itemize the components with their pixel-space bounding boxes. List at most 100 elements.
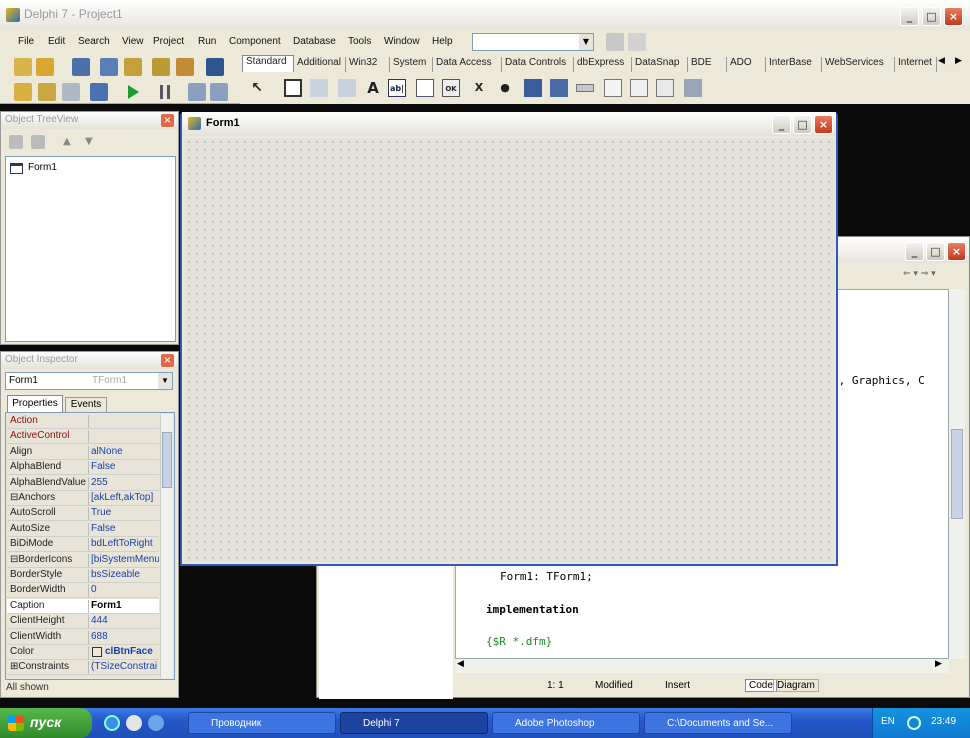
network-icon[interactable] — [907, 716, 921, 730]
form-design-grid[interactable] — [185, 138, 835, 562]
tab-events[interactable]: Events — [65, 397, 107, 412]
property-row[interactable]: AutoSize False — [7, 522, 159, 537]
property-row[interactable]: Align alNone — [7, 445, 159, 460]
property-row[interactable]: ClientWidth 688 — [7, 630, 159, 645]
property-row[interactable]: BorderWidth 0 — [7, 583, 159, 599]
move-down-icon[interactable]: ▼ — [85, 136, 93, 147]
property-value[interactable]: [biSystemMenu — [91, 554, 159, 567]
menu-file[interactable]: File — [18, 36, 34, 50]
menu-run[interactable]: Run — [198, 36, 216, 50]
label-component-icon[interactable]: A — [364, 79, 382, 97]
property-value[interactable]: bsSizeable — [91, 569, 159, 582]
view-unit-icon[interactable] — [14, 83, 32, 101]
view-form-icon[interactable] — [38, 83, 56, 101]
button-component-icon[interactable]: OK — [442, 79, 460, 97]
tree-item-form1[interactable]: Form1 — [28, 162, 57, 173]
property-value[interactable]: bdLeftToRight — [91, 538, 159, 551]
desktop-combobox[interactable]: ▼ — [472, 33, 594, 51]
menu-component[interactable]: Component — [229, 36, 281, 50]
groupbox-component-icon[interactable] — [604, 79, 622, 97]
property-row[interactable]: ⊞Constraints (TSizeConstrai — [7, 660, 159, 676]
tab-bde[interactable]: BDE — [688, 57, 727, 72]
edit-component-icon[interactable]: ab| — [388, 79, 406, 97]
close-button[interactable]: × — [814, 115, 833, 134]
nav-back-icon[interactable]: ⇐ ▾ ⇒ ▾ — [903, 269, 936, 279]
property-value[interactable]: Form1 — [91, 600, 159, 613]
tab-interbase[interactable]: InterBase — [766, 57, 822, 72]
radiobutton-component-icon[interactable]: ● — [496, 79, 514, 97]
mainmenu-component-icon[interactable] — [310, 79, 328, 97]
panel-component-icon[interactable] — [656, 79, 674, 97]
scroll-thumb[interactable] — [951, 429, 963, 519]
menu-tools[interactable]: Tools — [348, 36, 371, 50]
tab-dbexpress[interactable]: dbExpress — [574, 57, 632, 72]
menu-view[interactable]: View — [122, 36, 144, 50]
help-icon[interactable] — [206, 58, 224, 76]
property-row[interactable]: ActiveControl — [7, 429, 159, 445]
object-selector-combobox[interactable]: Form1 TForm1 ▼ — [5, 372, 173, 390]
menu-search[interactable]: Search — [78, 36, 110, 50]
menu-window[interactable]: Window — [384, 36, 420, 50]
taskbar-explorer[interactable]: Проводник — [188, 712, 336, 734]
palette-scroll-right-icon[interactable]: ▶ — [955, 56, 962, 66]
media-quicklaunch-icon[interactable] — [126, 715, 142, 731]
run-icon[interactable] — [128, 85, 139, 99]
delete-item-icon[interactable] — [31, 135, 45, 149]
add-file-icon[interactable] — [152, 58, 170, 76]
property-row[interactable]: Caption Form1 — [7, 598, 159, 614]
property-row[interactable]: BiDiMode bdLeftToRight — [7, 537, 159, 553]
maximize-button[interactable]: □ — [922, 7, 941, 26]
taskbar-delphi[interactable]: Delphi 7 — [340, 712, 488, 734]
pause-icon[interactable] — [160, 85, 170, 99]
minimize-button[interactable]: _ — [772, 115, 791, 134]
property-value[interactable]: False — [91, 461, 159, 474]
minimize-button[interactable]: _ — [900, 7, 919, 26]
chevron-down-icon[interactable]: ▼ — [158, 373, 172, 389]
tab-system[interactable]: System — [390, 57, 433, 72]
tab-data-access[interactable]: Data Access — [433, 57, 502, 72]
taskbar-photoshop[interactable]: Adobe Photoshop — [492, 712, 640, 734]
popupmenu-component-icon[interactable] — [338, 79, 356, 97]
menu-project[interactable]: Project — [153, 36, 184, 50]
desktop-quicklaunch-icon[interactable] — [148, 715, 164, 731]
step-over-icon[interactable] — [210, 83, 228, 101]
trace-into-icon[interactable] — [188, 83, 206, 101]
scroll-left-icon[interactable]: ◀ — [457, 659, 464, 669]
listbox-component-icon[interactable] — [524, 79, 542, 97]
property-value[interactable] — [91, 430, 159, 443]
editor-hscrollbar[interactable]: ◀ ▶ — [455, 659, 949, 673]
start-button[interactable]: пуск — [0, 708, 92, 738]
property-row[interactable]: AutoScroll True — [7, 506, 159, 522]
property-row[interactable]: Action — [7, 414, 159, 429]
property-row[interactable]: BorderStyle bsSizeable — [7, 568, 159, 583]
checkbox-component-icon[interactable]: X — [470, 79, 488, 97]
form1-window[interactable]: Form1 _ □ × — [180, 112, 838, 566]
frame-component-icon[interactable] — [284, 79, 302, 97]
property-value[interactable]: 444 — [91, 615, 159, 628]
toggle-form-unit-icon[interactable] — [62, 83, 80, 101]
tab-data-controls[interactable]: Data Controls — [502, 57, 574, 72]
close-button[interactable]: × — [944, 7, 963, 26]
property-value[interactable]: True — [91, 507, 159, 520]
property-scrollbar[interactable] — [160, 414, 173, 678]
new-form-icon[interactable] — [90, 83, 108, 101]
combobox-component-icon[interactable] — [550, 79, 568, 97]
radiogroup-component-icon[interactable] — [630, 79, 648, 97]
property-value[interactable]: False — [91, 523, 159, 536]
new-icon[interactable] — [14, 58, 32, 76]
close-button[interactable]: × — [947, 242, 966, 261]
language-indicator[interactable]: EN — [881, 716, 895, 727]
tab-win32[interactable]: Win32 — [346, 57, 390, 72]
tab-additional[interactable]: Additional — [294, 57, 346, 72]
pointer-tool-icon[interactable]: ↖ — [248, 79, 266, 97]
editor-vscrollbar[interactable] — [949, 289, 965, 659]
maximize-button[interactable]: □ — [926, 242, 945, 261]
open-icon[interactable] — [36, 58, 54, 76]
property-value[interactable]: clBtnFace — [91, 646, 159, 659]
property-value[interactable]: 0 — [91, 584, 159, 597]
property-row[interactable]: Color clBtnFace — [7, 645, 159, 660]
chevron-down-icon[interactable]: ▼ — [579, 34, 593, 50]
close-icon[interactable]: × — [161, 354, 174, 367]
move-up-icon[interactable]: ▲ — [63, 136, 71, 147]
menu-help[interactable]: Help — [432, 36, 453, 50]
